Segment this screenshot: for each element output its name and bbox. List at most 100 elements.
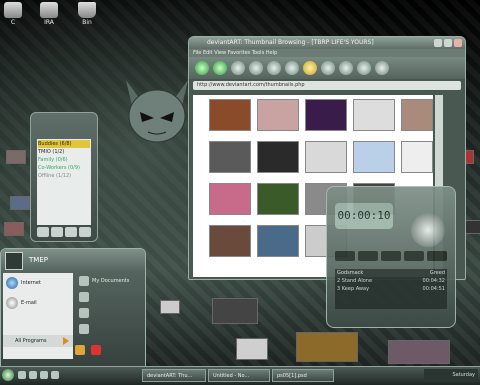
desktop-wallpaper-tile xyxy=(236,338,268,360)
im-button[interactable] xyxy=(37,227,49,237)
drive-icon xyxy=(4,2,22,18)
pause-button[interactable] xyxy=(381,251,401,261)
minimize-button[interactable] xyxy=(434,39,442,47)
media-player-window: 00:00:10 Godsmack Greed 2 Stand Alone 00:0… xyxy=(326,186,456,328)
stop-button[interactable] xyxy=(231,61,245,75)
avatar xyxy=(5,252,23,270)
chat-button[interactable] xyxy=(51,227,63,237)
thumbnail[interactable] xyxy=(209,225,251,257)
system-tray-clock[interactable]: Saturday xyxy=(424,369,478,382)
internet-icon xyxy=(6,277,18,289)
taskbar-item[interactable]: deviantART: Thu... xyxy=(142,369,206,382)
search-button[interactable] xyxy=(285,61,299,75)
logoff-button[interactable] xyxy=(75,345,85,355)
thumbnail[interactable] xyxy=(305,99,347,131)
quick-launch-icon[interactable] xyxy=(29,371,37,379)
buddy-group-coworkers[interactable]: Co-Workers (0/9) xyxy=(38,164,90,172)
next-button[interactable] xyxy=(427,251,447,261)
thumbnail[interactable] xyxy=(353,99,395,131)
thumbnail[interactable] xyxy=(401,141,433,173)
volume-knob[interactable] xyxy=(411,213,445,247)
thumbnail[interactable] xyxy=(209,141,251,173)
back-button[interactable] xyxy=(195,61,209,75)
email-icon xyxy=(6,297,18,309)
thumbnail[interactable] xyxy=(257,225,299,257)
forward-button[interactable] xyxy=(213,61,227,75)
address-bar[interactable]: http://www.deviantart.com/thumbnails.php xyxy=(193,81,461,90)
thumbnail[interactable] xyxy=(209,183,251,215)
mail-button[interactable] xyxy=(357,61,371,75)
pinned-internet[interactable]: Internet xyxy=(3,273,73,293)
playlist-item[interactable]: 3 Keep Away 00:04:51 xyxy=(335,285,447,293)
desktop-wallpaper-tile xyxy=(10,196,30,210)
desktop-wallpaper-tile xyxy=(388,340,450,364)
buddy-toolbar xyxy=(37,227,91,237)
playlist-item[interactable]: Godsmack Greed xyxy=(335,269,447,277)
places-item[interactable] xyxy=(75,289,143,305)
thumbnail[interactable] xyxy=(305,141,347,173)
history-button[interactable] xyxy=(339,61,353,75)
search-icon xyxy=(79,308,89,318)
start-menu-header: TMEP xyxy=(1,249,145,271)
playlist-item[interactable]: 2 Stand Alone 00:04:32 xyxy=(335,277,447,285)
desktop-icon-ira[interactable]: IRA xyxy=(34,2,64,26)
buddy-group-offline[interactable]: Offline (1/12) xyxy=(38,172,90,180)
home-button[interactable] xyxy=(267,61,281,75)
desktop-icon-label: Bin xyxy=(82,19,92,26)
thumbnail[interactable] xyxy=(257,183,299,215)
info-button[interactable] xyxy=(65,227,77,237)
thumbnail[interactable] xyxy=(257,99,299,131)
media-button[interactable] xyxy=(321,61,335,75)
favorites-button[interactable] xyxy=(303,61,317,75)
taskbar-item[interactable]: ps05[1].psd xyxy=(272,369,334,382)
places-item[interactable] xyxy=(75,305,143,321)
quick-launch-icon[interactable] xyxy=(18,371,26,379)
places-item[interactable] xyxy=(75,321,143,337)
quick-launch xyxy=(18,371,59,379)
play-button[interactable] xyxy=(358,251,378,261)
start-menu: TMEP Internet E-mail All Programs My Doc… xyxy=(0,248,146,368)
thumbnail[interactable] xyxy=(353,141,395,173)
buddy-group-tmio[interactable]: TMIO (1/2) xyxy=(38,148,90,156)
desktop-icon-label: IRA xyxy=(44,19,54,26)
power-buttons xyxy=(75,345,101,355)
desktop-wallpaper-tile xyxy=(6,150,26,164)
buddy-list: Buddies (6/8) TMIO (1/2) Family (0/6) Co… xyxy=(37,139,91,225)
start-button[interactable] xyxy=(2,369,14,381)
places-my-documents[interactable]: My Documents xyxy=(75,273,143,289)
taskbar-item[interactable]: Untitled - No... xyxy=(208,369,270,382)
stop-button[interactable] xyxy=(404,251,424,261)
previous-button[interactable] xyxy=(335,251,355,261)
setup-button[interactable] xyxy=(79,227,91,237)
desktop-wallpaper-tile xyxy=(212,298,258,324)
folder-icon xyxy=(79,276,89,286)
maximize-button[interactable] xyxy=(444,39,452,47)
settings-icon xyxy=(79,324,89,334)
recycle-bin-icon xyxy=(78,2,96,18)
buddy-group-buddies[interactable]: Buddies (6/8) xyxy=(38,140,90,148)
thumbnail[interactable] xyxy=(257,141,299,173)
all-programs-button[interactable]: All Programs xyxy=(3,335,73,347)
print-button[interactable] xyxy=(375,61,389,75)
quick-launch-icon[interactable] xyxy=(51,371,59,379)
close-button[interactable] xyxy=(454,39,462,47)
browser-menubar[interactable]: File Edit View Favorites Tools Help xyxy=(189,49,465,57)
desktop-icon-c[interactable]: C xyxy=(0,2,28,26)
refresh-button[interactable] xyxy=(249,61,263,75)
user-name: TMEP xyxy=(29,256,48,264)
folder-icon xyxy=(79,292,89,302)
desktop-icon-bin[interactable]: Bin xyxy=(72,2,102,26)
quick-launch-icon[interactable] xyxy=(40,371,48,379)
pinned-email[interactable]: E-mail xyxy=(3,293,73,313)
thumbnail[interactable] xyxy=(401,99,433,131)
playlist: Godsmack Greed 2 Stand Alone 00:04:32 3 Ke… xyxy=(335,269,447,309)
buddy-group-family[interactable]: Family (0/6) xyxy=(38,156,90,164)
thumbnail[interactable] xyxy=(209,99,251,131)
browser-titlebar[interactable]: deviantART: Thumbnail Browsing - [TBRP L… xyxy=(189,37,465,49)
buddy-list-window: Buddies (6/8) TMIO (1/2) Family (0/6) Co… xyxy=(30,112,98,242)
player-controls xyxy=(335,251,447,261)
desktop-wallpaper-tile xyxy=(296,332,358,362)
shutdown-button[interactable] xyxy=(91,345,101,355)
gremlin-mascot-icon xyxy=(126,80,188,143)
browser-title: deviantART: Thumbnail Browsing - [TBRP L… xyxy=(207,39,374,46)
